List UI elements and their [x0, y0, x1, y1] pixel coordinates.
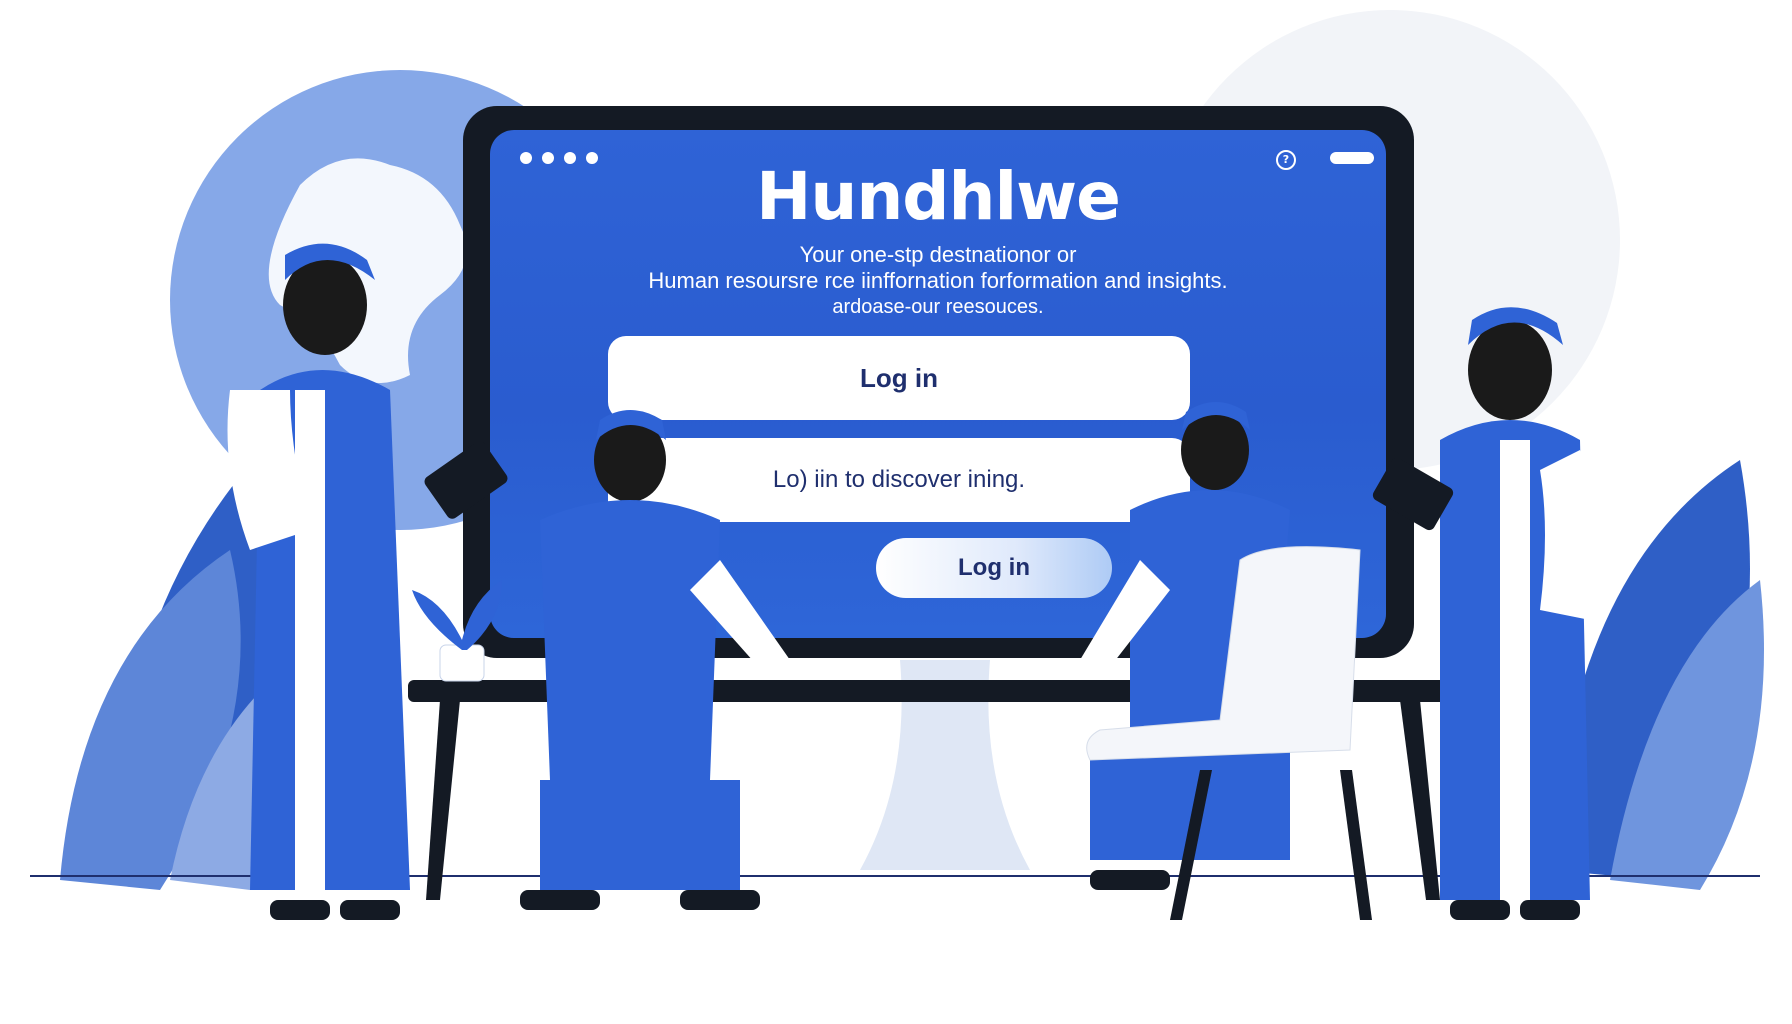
- person-standing-left: [227, 243, 508, 920]
- desk-leg-right: [1400, 700, 1440, 900]
- foreground-art: [227, 243, 1598, 920]
- desk-plant-pot: [439, 644, 485, 682]
- desk-plant: [412, 580, 502, 650]
- desk-leg-left: [426, 700, 460, 900]
- person-standing-right: [1372, 307, 1598, 920]
- person-seated-left: [520, 410, 790, 910]
- illustration-scene: ? Hundhlwe Your one-stp destnationor or …: [0, 0, 1792, 1024]
